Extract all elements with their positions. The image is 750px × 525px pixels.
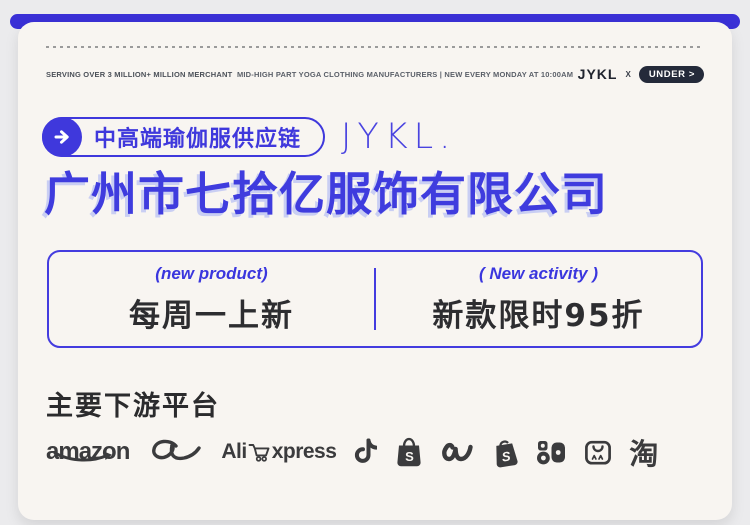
promo-right-tag: ( New activity ) xyxy=(478,263,599,283)
pill-row: 中高端瑜伽服供应链 JYKL. xyxy=(42,117,456,157)
dashed-divider xyxy=(46,46,704,48)
amazon-logo-icon[interactable]: amazon xyxy=(46,438,130,468)
jykl-logo: JYKL. xyxy=(341,117,457,157)
pill-label: 中高端瑜伽服供应链 xyxy=(94,126,302,151)
promo-right-text: 新款限时95折 xyxy=(432,297,645,334)
shopee-icon[interactable]: S xyxy=(394,436,424,468)
taobao-icon[interactable]: 淘 xyxy=(629,431,658,473)
aliexpress-right-text: xpress xyxy=(271,440,337,463)
tagline-text: MID-HIGH PART YOGA CLOTHING MANUFACTURER… xyxy=(236,69,574,79)
promo-box: (new product) 每周一上新 ( New activity ) 新款限… xyxy=(47,250,703,348)
shopee-letter: S xyxy=(405,449,414,464)
brand-name: JYKL xyxy=(577,66,618,82)
platforms-heading: 主要下游平台 xyxy=(46,391,220,422)
platform-logo-row: amazon Ali xpress S S 淘 xyxy=(46,430,712,474)
kuaishou-icon[interactable] xyxy=(536,439,567,466)
arrow-right-icon xyxy=(42,117,82,157)
promo-left: (new product) 每周一上新 xyxy=(49,252,374,346)
aliexpress-logo-icon[interactable]: Ali xpress xyxy=(221,438,337,467)
under-badge[interactable]: UNDER > xyxy=(638,65,704,83)
meta-row: SERVING OVER 3 MILLION+ MILLION MERCHANT… xyxy=(46,65,704,83)
promo-left-tag: (new product) xyxy=(155,263,268,283)
amazon-smile-arrow-icon xyxy=(53,450,117,468)
serving-text: SERVING OVER 3 MILLION+ MILLION MERCHANT xyxy=(46,69,233,79)
temu-bag-icon[interactable] xyxy=(584,439,612,466)
content-card: SERVING OVER 3 MILLION+ MILLION MERCHANT… xyxy=(18,22,732,520)
tiktok-icon[interactable] xyxy=(353,437,378,467)
shopify-icon[interactable]: S xyxy=(490,435,522,470)
brand-lockup: JYKL X UNDER > xyxy=(577,65,704,83)
promo-left-text: 每周一上新 xyxy=(129,297,294,334)
supply-chain-pill: 中高端瑜伽服供应链 xyxy=(42,117,326,157)
cart-icon xyxy=(248,442,271,467)
promo-right: ( New activity ) 新款限时95折 xyxy=(376,252,701,346)
company-title: 广州市七拾亿服饰有限公司 xyxy=(44,167,608,221)
aliexpress-left-text: Ali xyxy=(221,440,247,463)
wish-icon[interactable] xyxy=(441,438,475,466)
collab-x: X xyxy=(625,69,631,79)
page: SERVING OVER 3 MILLION+ MILLION MERCHANT… xyxy=(0,0,750,525)
taobao-character: 淘 xyxy=(629,437,659,471)
alibaba-script-icon[interactable] xyxy=(146,437,204,467)
